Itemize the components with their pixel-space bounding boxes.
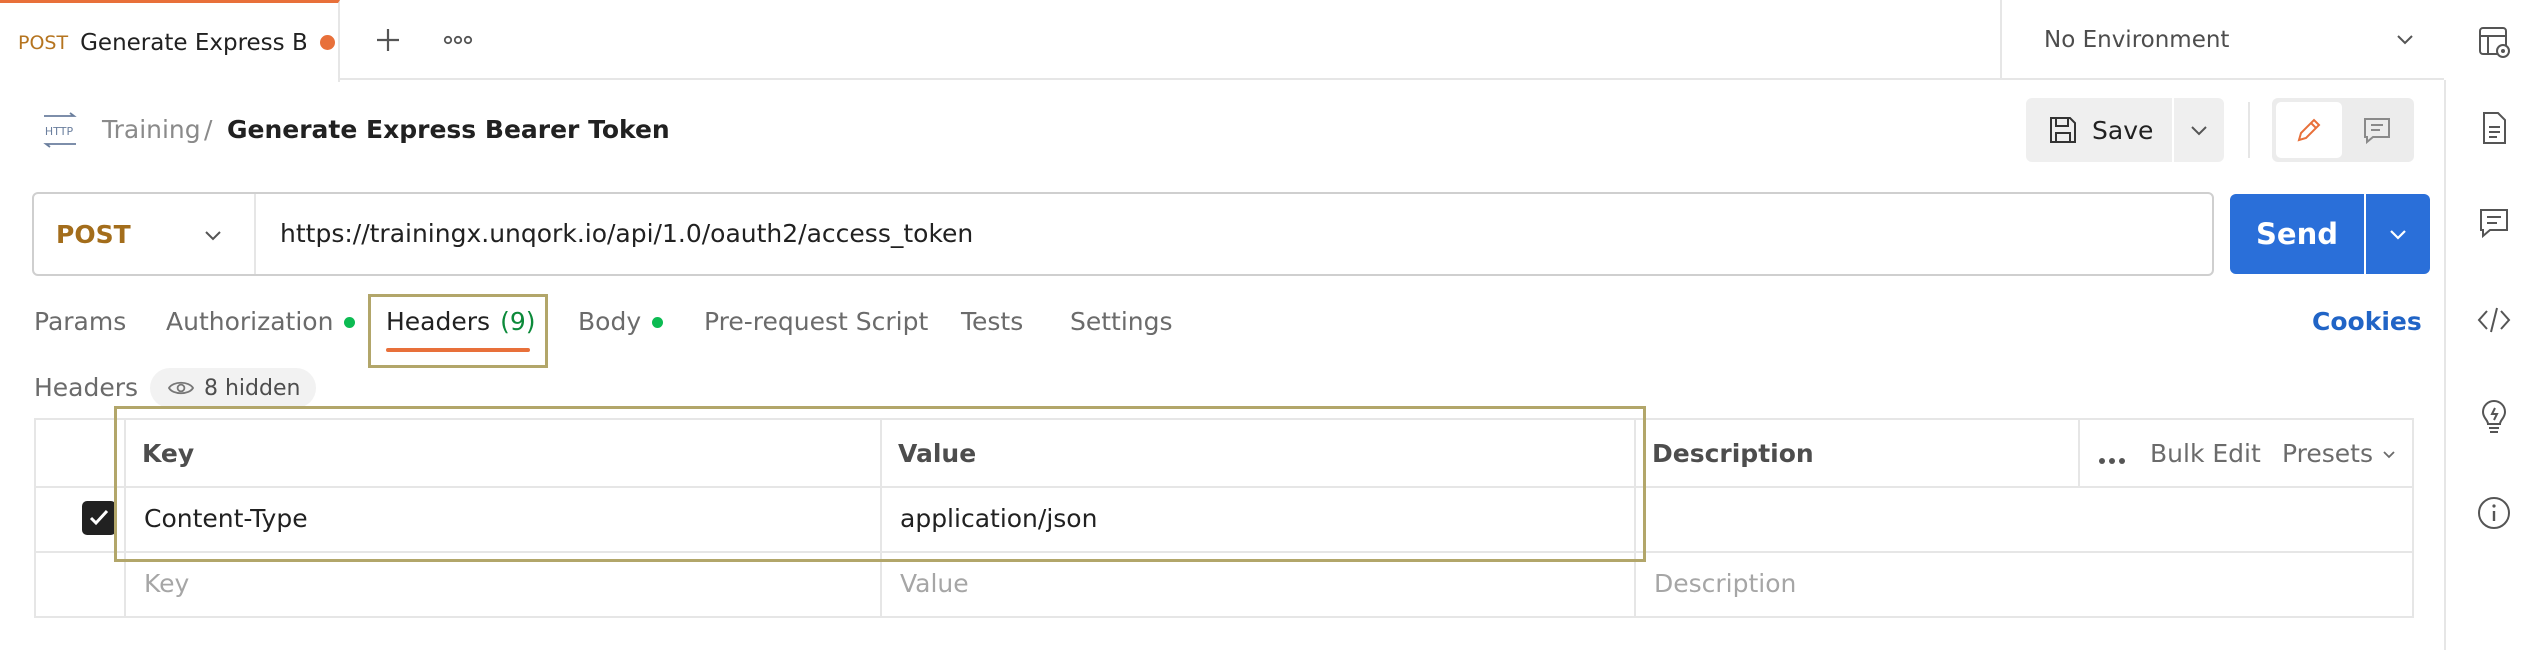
presets-dropdown[interactable]: Presets [2282, 436, 2397, 472]
body-active-dot-icon [652, 316, 664, 328]
row-enabled-checkbox[interactable] [82, 501, 116, 535]
info-icon[interactable] [2476, 495, 2512, 531]
breadcrumb-parent[interactable]: Training [102, 112, 201, 148]
chevron-down-icon [2390, 230, 2406, 240]
request-tab-method: POST [18, 31, 69, 54]
hidden-headers-label: 8 hidden [204, 375, 301, 401]
method-select[interactable]: POST [34, 194, 256, 274]
tab-settings-label: Settings [1070, 307, 1173, 336]
cookies-link[interactable]: Cookies [2312, 304, 2422, 340]
code-icon[interactable] [2476, 302, 2512, 338]
http-request-icon: HTTP [38, 112, 82, 148]
save-options-dropdown[interactable] [2174, 98, 2224, 162]
presets-label: Presets [2282, 439, 2373, 468]
request-title[interactable]: Generate Express Bearer Token [227, 112, 670, 148]
chevron-down-icon [2397, 35, 2413, 45]
column-header-description: Description [1652, 439, 1814, 468]
unsaved-dot-icon [320, 35, 336, 50]
tab-settings[interactable]: Settings [1070, 304, 1173, 340]
save-button[interactable]: Save [2026, 98, 2172, 162]
chevron-down-icon [2191, 126, 2207, 136]
url-input[interactable]: https://trainingx.unqork.io/api/1.0/oaut… [280, 214, 973, 254]
tab-authorization[interactable]: Authorization [166, 304, 356, 340]
checkmark-icon [89, 509, 109, 526]
send-options-dropdown[interactable] [2366, 194, 2430, 274]
tab-bar: POST Generate Express Bearer Token No En… [0, 0, 2444, 82]
floppy-disk-icon [2050, 117, 2076, 143]
tab-params[interactable]: Params [34, 304, 126, 340]
comments-icon[interactable] [2476, 205, 2512, 241]
tab-body[interactable]: Body [578, 304, 664, 340]
new-description-input[interactable]: Description [1654, 566, 1796, 602]
bulk-edit-button[interactable]: Bulk Edit [2150, 436, 2261, 472]
send-button[interactable]: Send [2230, 194, 2364, 274]
environment-selector[interactable]: No Environment [2000, 0, 2444, 80]
new-tab-plus-icon[interactable] [368, 20, 408, 60]
environment-label: No Environment [2044, 27, 2230, 53]
new-value-input[interactable]: Value [900, 566, 969, 602]
save-label: Save [2092, 115, 2154, 145]
new-key-input[interactable]: Key [144, 566, 189, 602]
more-options-icon[interactable] [2098, 450, 2126, 469]
tab-authorization-label: Authorization [166, 307, 334, 336]
send-label: Send [2256, 217, 2338, 251]
authorization-active-dot-icon [344, 316, 356, 328]
highlight-box-headers-tab [368, 294, 548, 368]
highlight-box-content-type-row [114, 406, 1646, 562]
table-divider [2078, 420, 2080, 486]
mode-toggle [2272, 98, 2414, 162]
toolbar-divider [2248, 102, 2250, 158]
tab-params-label: Params [34, 307, 127, 336]
url-bar: POST https://trainingx.unqork.io/api/1.0… [32, 192, 2214, 276]
tab-tests[interactable]: Tests [961, 304, 1023, 340]
chevron-down-icon [2383, 451, 2395, 459]
headers-section-title: Headers [34, 373, 139, 402]
hidden-headers-toggle[interactable]: 8 hidden [150, 368, 316, 408]
request-tab-title: Generate Express Bearer Token [80, 29, 307, 56]
tab-pre-request-script[interactable]: Pre-request Script [704, 304, 928, 340]
environment-quick-look-icon[interactable] [2474, 22, 2514, 62]
eye-icon [168, 381, 194, 395]
tab-tests-label: Tests [961, 307, 1024, 336]
request-tab[interactable]: POST Generate Express Bearer Token [0, 0, 340, 82]
comment-mode-icon[interactable] [2344, 102, 2410, 158]
method-value: POST [56, 219, 131, 249]
http-icon-label: HTTP [45, 125, 74, 138]
documentation-icon[interactable] [2476, 110, 2512, 146]
chevron-down-icon [205, 231, 221, 241]
edit-mode-pencil-icon[interactable] [2276, 102, 2342, 158]
right-sidebar [2444, 80, 2538, 650]
tab-body-label: Body [578, 307, 642, 336]
tab-pre-request-script-label: Pre-request Script [704, 307, 929, 336]
breadcrumb-separator: / [204, 115, 213, 144]
more-tabs-icon[interactable] [436, 20, 480, 60]
related-bulb-icon[interactable] [2476, 398, 2512, 434]
